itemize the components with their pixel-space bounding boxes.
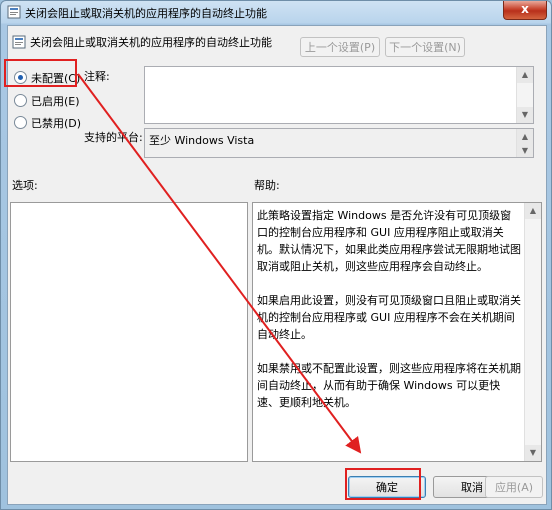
scroll-up-icon[interactable]: ▲ (517, 67, 533, 83)
help-text: 此策略设置指定 Windows 是否允许没有可见顶级窗口的控制台应用程序和 GU… (257, 209, 521, 409)
platform-scrollbar[interactable]: ▲ ▼ (516, 129, 533, 157)
close-icon: x (521, 2, 529, 16)
radio-label: 已禁用(D) (31, 117, 82, 130)
scroll-down-icon[interactable]: ▼ (517, 107, 533, 123)
comment-textarea[interactable]: ▲ ▼ (144, 66, 534, 124)
policy-name: 关闭会阻止或取消关机的应用程序的自动终止功能 (30, 36, 272, 49)
policy-setting-icon (7, 5, 21, 19)
radio-icon[interactable] (14, 116, 27, 129)
help-panel: 此策略设置指定 Windows 是否允许没有可见顶级窗口的控制台应用程序和 GU… (252, 202, 542, 462)
supported-platform-field: 至少 Windows Vista ▲ ▼ (144, 128, 534, 158)
scroll-up-icon[interactable]: ▲ (525, 203, 541, 219)
next-setting-button[interactable]: 下一个设置(N) (385, 37, 465, 57)
close-button[interactable]: x (503, 1, 547, 20)
window-title: 关闭会阻止或取消关机的应用程序的自动终止功能 (25, 7, 267, 20)
previous-setting-button[interactable]: 上一个设置(P) (300, 37, 380, 57)
help-section-label: 帮助: (254, 179, 280, 192)
annotation-box-not-configured (4, 59, 77, 87)
scroll-down-icon[interactable]: ▼ (517, 143, 533, 157)
options-section-label: 选项: (12, 179, 38, 192)
supported-platform-label: 支持的平台: (84, 131, 143, 144)
options-panel (10, 202, 248, 462)
comment-scrollbar[interactable]: ▲ ▼ (516, 67, 533, 123)
scroll-down-icon[interactable]: ▼ (525, 445, 541, 461)
help-scrollbar[interactable]: ▲ ▼ (524, 203, 541, 461)
dialog-window: 关闭会阻止或取消关机的应用程序的自动终止功能 x 关闭会阻止或取消关机的应用程序… (0, 0, 552, 510)
radio-icon[interactable] (14, 94, 27, 107)
title-bar[interactable]: 关闭会阻止或取消关机的应用程序的自动终止功能 (1, 1, 551, 24)
dialog-client-area: 关闭会阻止或取消关机的应用程序的自动终止功能 上一个设置(P) 下一个设置(N)… (7, 25, 547, 505)
supported-platform-value: 至少 Windows Vista (149, 134, 255, 147)
radio-enabled[interactable]: 已启用(E) (14, 93, 80, 109)
annotation-box-ok (345, 468, 421, 500)
apply-button[interactable]: 应用(A) (485, 476, 543, 498)
radio-disabled[interactable]: 已禁用(D) (14, 115, 81, 131)
comment-label: 注释: (84, 70, 110, 83)
radio-label: 已启用(E) (31, 95, 80, 108)
policy-setting-icon (12, 35, 26, 49)
